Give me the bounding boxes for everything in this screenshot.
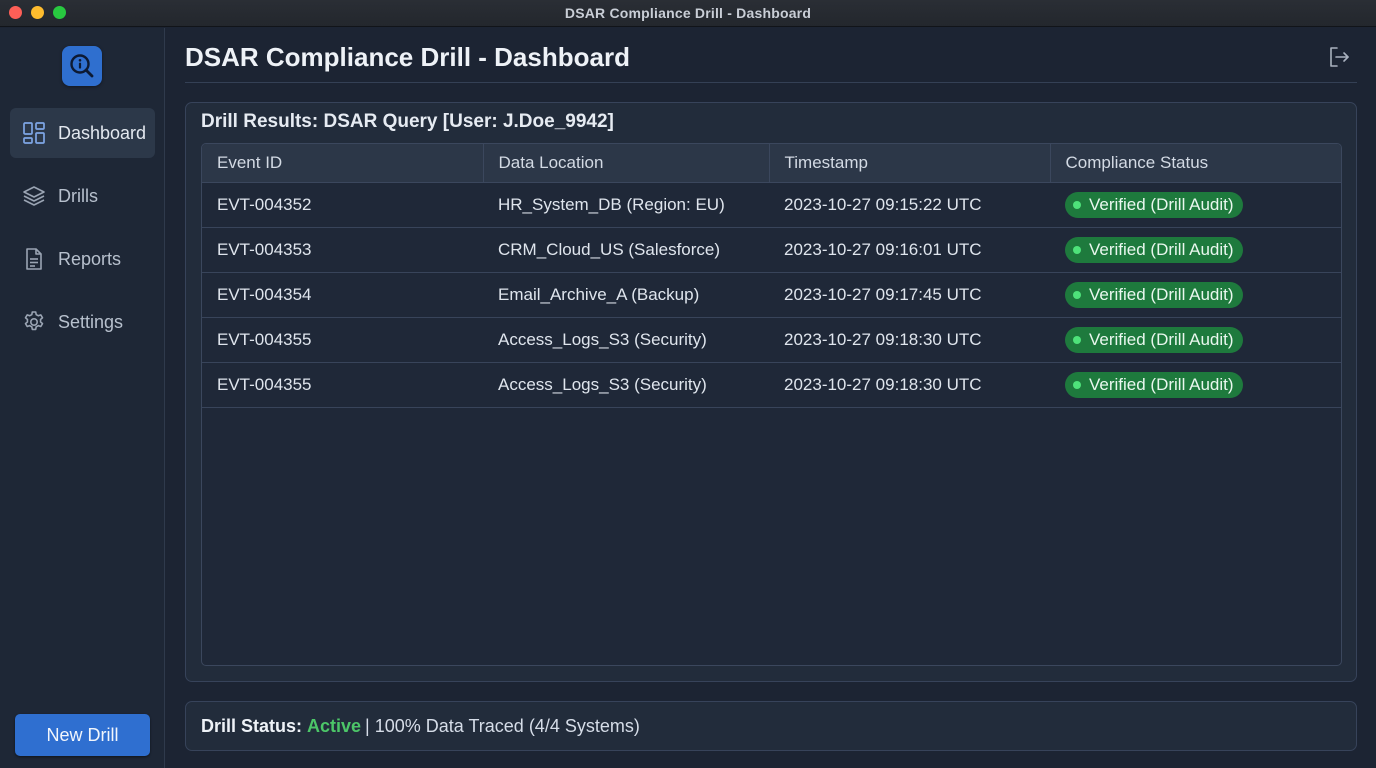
column-header-data-location[interactable]: Data Location xyxy=(483,144,770,183)
sidebar: Dashboard Drills Reports Settings New Dr… xyxy=(0,28,165,768)
column-header-event-id[interactable]: Event ID xyxy=(202,144,484,183)
status-badge: Verified (Drill Audit) xyxy=(1065,191,1243,218)
status-badge-label: Verified (Drill Audit) xyxy=(1089,374,1234,394)
cell-data-location: CRM_Cloud_US (Salesforce) xyxy=(483,227,769,273)
window-title: DSAR Compliance Drill - Dashboard xyxy=(564,5,812,21)
status-dot-icon xyxy=(1073,245,1081,254)
table-row[interactable]: EVT-004355 Access_Logs_S3 (Security) 202… xyxy=(202,362,1341,408)
sidebar-item-label: Settings xyxy=(58,311,124,332)
app-logo-icon xyxy=(62,46,102,86)
cell-timestamp: 2023-10-27 09:18:30 UTC xyxy=(769,362,1050,408)
column-header-compliance-status[interactable]: Compliance Status xyxy=(1050,144,1341,183)
cell-data-location: HR_System_DB (Region: EU) xyxy=(483,182,769,228)
status-state: Active xyxy=(307,715,362,736)
minimize-window-button[interactable] xyxy=(31,6,44,19)
cell-data-location: Access_Logs_S3 (Security) xyxy=(483,362,769,408)
layers-icon xyxy=(21,184,46,209)
header-divider xyxy=(185,82,1357,83)
new-drill-button[interactable]: New Drill xyxy=(15,714,150,756)
gear-icon xyxy=(21,310,46,335)
panel-title: Drill Results: DSAR Query [User: J.Doe_9… xyxy=(201,111,614,132)
status-detail: | 100% Data Traced (4/4 Systems) xyxy=(365,715,640,736)
sidebar-item-label: Dashboard xyxy=(58,122,147,143)
cell-compliance-status: Verified (Drill Audit) xyxy=(1050,182,1341,228)
close-window-button[interactable] xyxy=(9,6,22,19)
cell-timestamp: 2023-10-27 09:15:22 UTC xyxy=(769,182,1050,228)
status-badge-label: Verified (Drill Audit) xyxy=(1089,239,1234,259)
cell-timestamp: 2023-10-27 09:17:45 UTC xyxy=(769,272,1050,318)
status-dot-icon xyxy=(1073,200,1081,209)
cell-event-id: EVT-004354 xyxy=(202,272,483,318)
cell-compliance-status: Verified (Drill Audit) xyxy=(1050,227,1341,273)
window-controls xyxy=(9,6,66,19)
status-badge: Verified (Drill Audit) xyxy=(1065,236,1243,263)
table-row[interactable]: EVT-004354 Email_Archive_A (Backup) 2023… xyxy=(202,272,1341,318)
table-row[interactable]: EVT-004353 CRM_Cloud_US (Salesforce) 202… xyxy=(202,227,1341,273)
cell-event-id: EVT-004353 xyxy=(202,227,483,273)
status-badge: Verified (Drill Audit) xyxy=(1065,371,1243,398)
status-badge-label: Verified (Drill Audit) xyxy=(1089,194,1234,214)
cell-compliance-status: Verified (Drill Audit) xyxy=(1050,362,1341,408)
sidebar-item-dashboard[interactable]: Dashboard xyxy=(10,108,155,158)
column-header-timestamp[interactable]: Timestamp xyxy=(769,144,1051,183)
cell-compliance-status: Verified (Drill Audit) xyxy=(1050,317,1341,363)
table-header-row: Event ID Data Location Timestamp Complia… xyxy=(202,144,1341,183)
results-table: Event ID Data Location Timestamp Complia… xyxy=(202,144,1341,408)
status-badge: Verified (Drill Audit) xyxy=(1065,281,1243,308)
table-row[interactable]: EVT-004352 HR_System_DB (Region: EU) 202… xyxy=(202,182,1341,228)
sidebar-nav: Dashboard Drills Reports Settings xyxy=(10,108,155,360)
status-badge-label: Verified (Drill Audit) xyxy=(1089,284,1234,304)
cell-data-location: Email_Archive_A (Backup) xyxy=(483,272,769,318)
cell-timestamp: 2023-10-27 09:18:30 UTC xyxy=(769,317,1050,363)
cell-event-id: EVT-004355 xyxy=(202,362,483,408)
status-dot-icon xyxy=(1073,335,1081,344)
logout-icon[interactable] xyxy=(1327,45,1351,69)
sidebar-item-settings[interactable]: Settings xyxy=(10,297,155,347)
table-row[interactable]: EVT-004355 Access_Logs_S3 (Security) 202… xyxy=(202,317,1341,363)
drill-results-panel: Drill Results: DSAR Query [User: J.Doe_9… xyxy=(185,102,1357,682)
maximize-window-button[interactable] xyxy=(53,6,66,19)
app-window: DSAR Compliance Drill - Dashboard Dashbo… xyxy=(0,0,1376,768)
cell-compliance-status: Verified (Drill Audit) xyxy=(1050,272,1341,318)
cell-data-location: Access_Logs_S3 (Security) xyxy=(483,317,769,363)
dashboard-icon xyxy=(21,121,46,146)
title-bar: DSAR Compliance Drill - Dashboard xyxy=(0,0,1376,27)
results-table-container: Event ID Data Location Timestamp Complia… xyxy=(201,143,1342,666)
status-dot-icon xyxy=(1073,380,1081,389)
document-icon xyxy=(21,247,46,272)
cell-event-id: EVT-004355 xyxy=(202,317,483,363)
sidebar-item-drills[interactable]: Drills xyxy=(10,171,155,221)
cell-event-id: EVT-004352 xyxy=(202,182,483,228)
status-label: Drill Status: xyxy=(201,715,303,736)
cell-timestamp: 2023-10-27 09:16:01 UTC xyxy=(769,227,1050,273)
sidebar-item-label: Drills xyxy=(58,185,98,206)
status-badge-label: Verified (Drill Audit) xyxy=(1089,329,1234,349)
drill-status-bar: Drill Status: Active | 100% Data Traced … xyxy=(185,701,1357,751)
status-dot-icon xyxy=(1073,290,1081,299)
status-badge: Verified (Drill Audit) xyxy=(1065,326,1243,353)
sidebar-item-reports[interactable]: Reports xyxy=(10,234,155,284)
sidebar-item-label: Reports xyxy=(58,248,122,269)
page-title: DSAR Compliance Drill - Dashboard xyxy=(185,42,630,72)
